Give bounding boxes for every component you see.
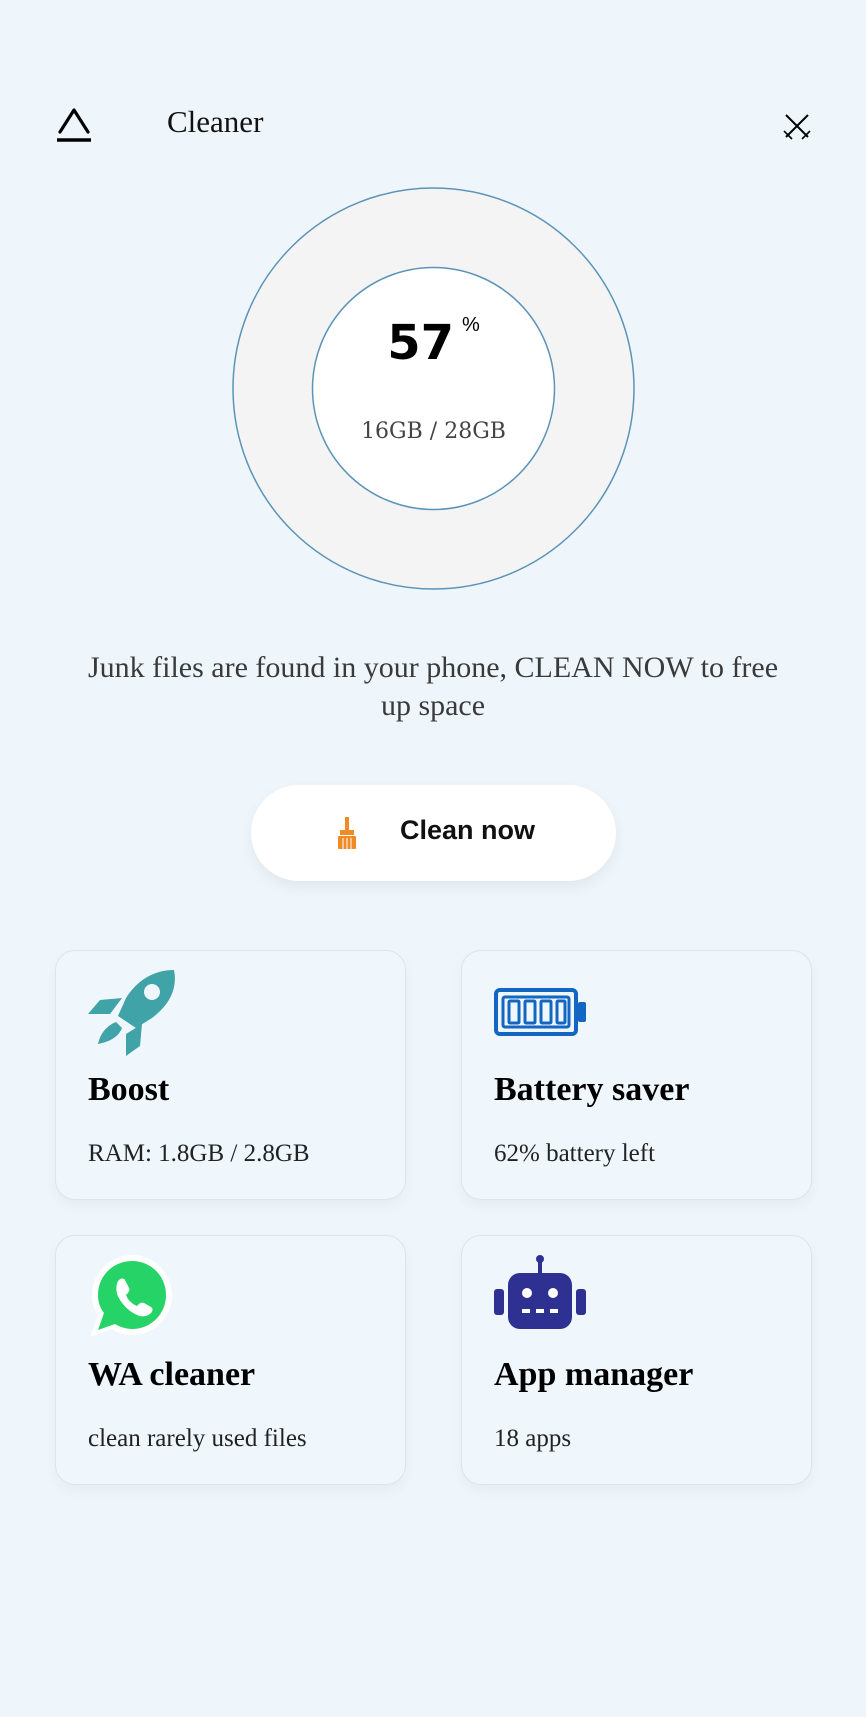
app-manager-title: App manager (494, 1356, 694, 1393)
wa-cleaner-card[interactable]: WA cleaner clean rarely used files (55, 1235, 406, 1485)
clean-now-label: Clean now (400, 815, 536, 845)
back-icon[interactable] (56, 106, 92, 142)
percent-sign: % (462, 314, 480, 336)
header: Cleaner (0, 0, 866, 180)
storage-usage: 16GB / 28GB (361, 419, 506, 444)
wa-cleaner-title: WA cleaner (88, 1356, 256, 1393)
app-title: Cleaner (167, 104, 264, 139)
boost-title: Boost (88, 1071, 170, 1108)
boost-subtitle: RAM: 1.8GB / 2.8GB (88, 1140, 310, 1167)
app-manager-subtitle: 18 apps (494, 1425, 572, 1452)
whatsapp-icon (88, 1253, 184, 1341)
junk-message: Junk files are found in your phone, CLEA… (87, 651, 779, 722)
close-icon[interactable] (782, 111, 812, 141)
boost-card[interactable]: Boost RAM: 1.8GB / 2.8GB (55, 950, 406, 1200)
storage-percent: 57% (232, 314, 635, 371)
clean-now-button[interactable]: Clean now (251, 785, 616, 881)
battery-icon (494, 968, 590, 1056)
battery-saver-card[interactable]: Battery saver 62% battery left (461, 950, 812, 1200)
wa-cleaner-subtitle: clean rarely used files (88, 1425, 307, 1452)
storage-gauge: 57% 16GB / 28GB (232, 187, 635, 590)
rocket-icon (88, 968, 184, 1056)
battery-saver-subtitle: 62% battery left (494, 1140, 656, 1167)
battery-saver-title: Battery saver (494, 1071, 690, 1108)
app-manager-card[interactable]: App manager 18 apps (461, 1235, 812, 1485)
broom-icon (336, 817, 358, 849)
storage-percent-value: 57 (387, 315, 454, 371)
storage-ring (232, 187, 635, 590)
robot-icon (494, 1253, 590, 1341)
